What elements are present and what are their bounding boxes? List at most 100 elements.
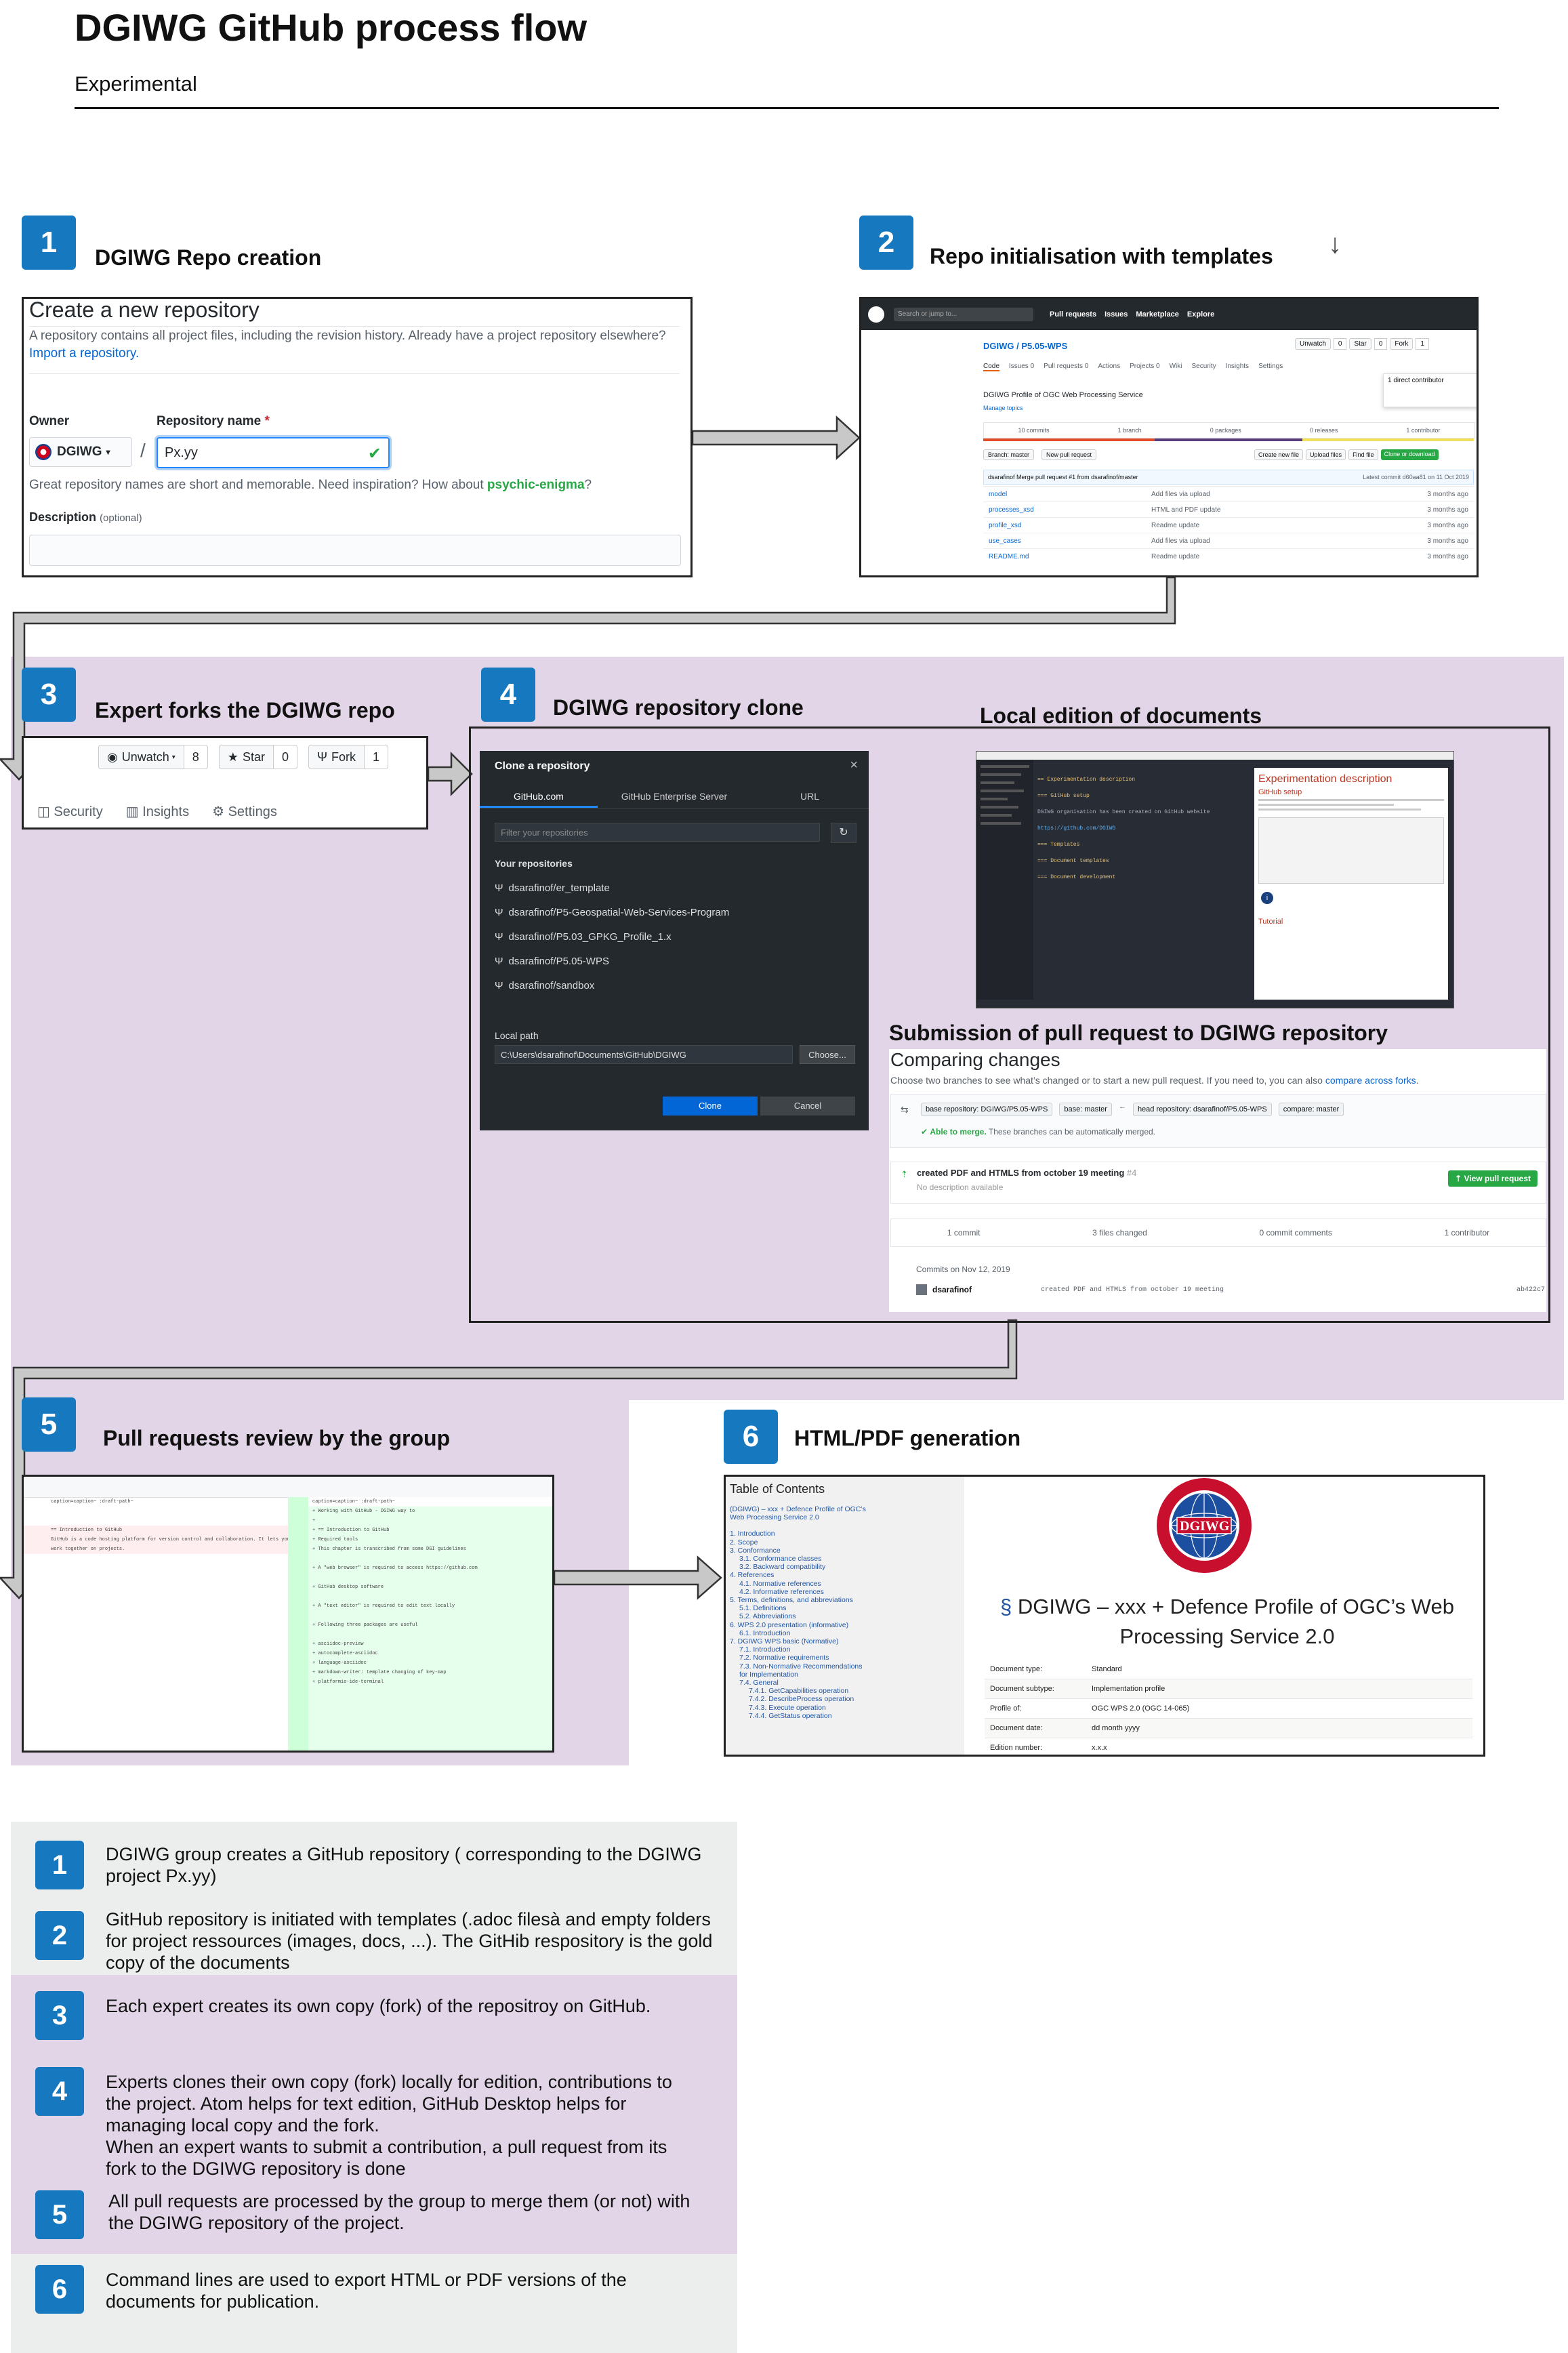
repo-list-item[interactable]: Ψdsarafinof/P5.05-WPS (495, 949, 854, 973)
repo-list-item[interactable]: Ψdsarafinof/sandbox (495, 973, 854, 998)
repo-list-item[interactable]: Ψdsarafinof/P5.03_GPKG_Profile_1.x (495, 924, 854, 949)
tab-wiki[interactable]: Wiki (1170, 363, 1182, 371)
commit-sha[interactable]: ab422c7 (1517, 1286, 1545, 1294)
toc-item[interactable]: 6.1. Introduction (730, 1629, 866, 1637)
import-repo-link[interactable]: Import a repository. (29, 346, 139, 361)
branch-select[interactable]: Branch: master (983, 449, 1035, 460)
repo-list-item[interactable]: Ψdsarafinof/P5-Geospatial-Web-Services-P… (495, 900, 854, 924)
tab-actions[interactable]: Actions (1098, 363, 1120, 371)
file-row[interactable]: profile_xsd Readme update 3 months ago (983, 517, 1474, 533)
unwatch-count[interactable]: 8 (184, 745, 208, 769)
commit-row[interactable]: dsarafinof created PDF and HTMLS from oc… (916, 1281, 1545, 1298)
toc-item[interactable]: (DGIWG) – xxx + Defence Profile of OGC’s (730, 1505, 866, 1513)
head-repo-select[interactable]: head repository: dsarafinof/P5.05-WPS (1132, 1103, 1272, 1116)
unwatch-button[interactable]: Unwatch (1295, 338, 1331, 350)
tab-github-com[interactable]: GitHub.com (480, 785, 598, 808)
toc-item[interactable]: 7.4.1. GetCapabilities operation (730, 1687, 866, 1695)
toc-item[interactable]: Web Processing Service 2.0 (730, 1513, 866, 1521)
tab-security[interactable]: Security (1191, 363, 1216, 371)
cancel-button[interactable]: Cancel (760, 1097, 855, 1116)
toc-item[interactable]: for Implementation (730, 1671, 866, 1679)
view-pr-button[interactable]: ⇡ View pull request (1448, 1170, 1538, 1187)
stat-commit-comments[interactable]: 0 commit comments (1259, 1228, 1332, 1237)
stat-commit[interactable]: 1 commit (947, 1228, 981, 1237)
toc-item[interactable]: 3. Conformance (730, 1547, 866, 1555)
toc-item[interactable]: 3.1. Conformance classes (730, 1555, 866, 1563)
file-name[interactable]: profile_xsd (989, 522, 1151, 529)
pr-title[interactable]: created PDF and HTMLS from october 19 me… (917, 1168, 1124, 1178)
owner-dropdown[interactable]: DGIWG ▾ (29, 437, 132, 467)
tab-enterprise[interactable]: GitHub Enterprise Server (598, 785, 751, 808)
section-mark[interactable]: § (1000, 1595, 1012, 1618)
star-button[interactable]: ★ Star (218, 745, 274, 769)
new-pr-button[interactable]: New pull request (1041, 449, 1097, 460)
clone-download-button[interactable]: Clone or download (1380, 449, 1439, 460)
base-branch-select[interactable]: base: master (1059, 1103, 1112, 1116)
repo-name-input[interactable]: Px.yy ✔ (157, 437, 390, 468)
toc-item[interactable]: 3.2. Backward compatibility (730, 1563, 866, 1571)
stat-contributors[interactable]: 1 contributor (1406, 427, 1440, 434)
file-name[interactable]: model (989, 491, 1151, 498)
nav-issues[interactable]: Issues (1105, 310, 1128, 319)
toc-item[interactable]: 7.2. Normative requirements (730, 1654, 866, 1662)
toc-item[interactable]: 7.1. Introduction (730, 1645, 866, 1654)
commit-message[interactable]: created PDF and HTMLS from october 19 me… (1041, 1286, 1517, 1294)
toc-item[interactable]: 7.4. General (730, 1679, 866, 1687)
stat-releases[interactable]: 0 releases (1310, 427, 1338, 434)
toc-item[interactable]: 7.4.3. Execute operation (730, 1704, 866, 1712)
file-row[interactable]: processes_xsd HTML and PDF update 3 months… (983, 502, 1474, 517)
tab-pull-requests[interactable]: Pull requests 0 (1044, 363, 1088, 371)
stat-files-changed[interactable]: 3 files changed (1092, 1228, 1147, 1237)
stat-packages[interactable]: 0 packages (1210, 427, 1241, 434)
toc-item[interactable]: 4. References (730, 1571, 866, 1579)
file-name[interactable]: processes_xsd (989, 506, 1151, 514)
stat-contributor[interactable]: 1 contributor (1444, 1228, 1489, 1237)
create-file-button[interactable]: Create new file (1254, 449, 1304, 460)
repo-list-item[interactable]: Ψdsarafinof/er_template (495, 876, 854, 900)
toc-item[interactable]: 6. WPS 2.0 presentation (informative) (730, 1621, 866, 1629)
clone-button[interactable]: Clone (663, 1097, 758, 1116)
local-path-input[interactable]: C:\Users\dsarafinof\Documents\GitHub\DGI… (495, 1045, 793, 1064)
tab-settings[interactable]: ⚙ Settings (212, 803, 277, 820)
toc-item[interactable]: 7.3. Non-Normative Recommendations (730, 1662, 866, 1671)
compare-branch-select[interactable]: compare: master (1278, 1103, 1344, 1116)
commit-author[interactable]: dsarafinof (932, 1285, 1041, 1294)
tab-insights[interactable]: Insights (1226, 363, 1249, 371)
fork-count[interactable]: 1 (365, 745, 389, 769)
toc-item[interactable]: 7.4.2. DescribeProcess operation (730, 1695, 866, 1703)
file-row[interactable]: model Add files via upload 3 months ago (983, 486, 1474, 502)
repo-path[interactable]: DGIWG / P5.05-WPS (983, 341, 1067, 351)
tab-security[interactable]: ◫ Security (37, 803, 103, 820)
file-row[interactable]: README.md Readme update 3 months ago (983, 548, 1474, 564)
clone-dialog-close[interactable]: × (850, 758, 858, 773)
toc-item[interactable]: 7. DGIWG WPS basic (Normative) (730, 1637, 866, 1645)
tab-code[interactable]: Code (983, 363, 999, 371)
nav-explore[interactable]: Explore (1187, 310, 1214, 319)
toc-item[interactable]: 5.1. Definitions (730, 1604, 866, 1612)
fork-button[interactable]: Fork (1390, 338, 1414, 350)
star-count[interactable]: 0 (273, 745, 297, 769)
file-row[interactable]: use_cases Add files via upload 3 months ag… (983, 533, 1474, 548)
filter-repos-input[interactable]: Filter your repositories (495, 823, 820, 842)
latest-commit-msg[interactable]: dsarafinof Merge pull request #1 from ds… (988, 474, 1138, 480)
file-name[interactable]: use_cases (989, 537, 1151, 545)
upload-files-button[interactable]: Upload files (1306, 449, 1346, 460)
compare-across-forks-link[interactable]: compare across forks (1325, 1075, 1416, 1086)
toc-item[interactable]: 4.1. Normative references (730, 1580, 866, 1588)
nav-pull-requests[interactable]: Pull requests (1050, 310, 1096, 319)
unwatch-button[interactable]: ◉ Unwatch ▾ (98, 745, 184, 769)
stat-branch[interactable]: 1 branch (1118, 427, 1142, 434)
stat-commits[interactable]: 10 commits (1018, 427, 1050, 434)
toc-item[interactable]: 1. Introduction (730, 1530, 866, 1538)
toc-item[interactable]: 7.4.4. GetStatus operation (730, 1712, 866, 1720)
description-input[interactable] (29, 535, 681, 566)
toc-item[interactable]: 2. Scope (730, 1538, 866, 1547)
tab-projects[interactable]: Projects 0 (1130, 363, 1159, 371)
tab-insights[interactable]: ▥ Insights (126, 803, 189, 820)
file-name[interactable]: README.md (989, 553, 1151, 560)
toc-item[interactable]: 4.2. Informative references (730, 1588, 866, 1596)
header-search[interactable]: Search or jump to... (894, 308, 1033, 321)
nav-marketplace[interactable]: Marketplace (1136, 310, 1179, 319)
manage-topics-link[interactable]: Manage topics (983, 405, 1023, 411)
refresh-icon[interactable]: ↻ (831, 823, 857, 843)
